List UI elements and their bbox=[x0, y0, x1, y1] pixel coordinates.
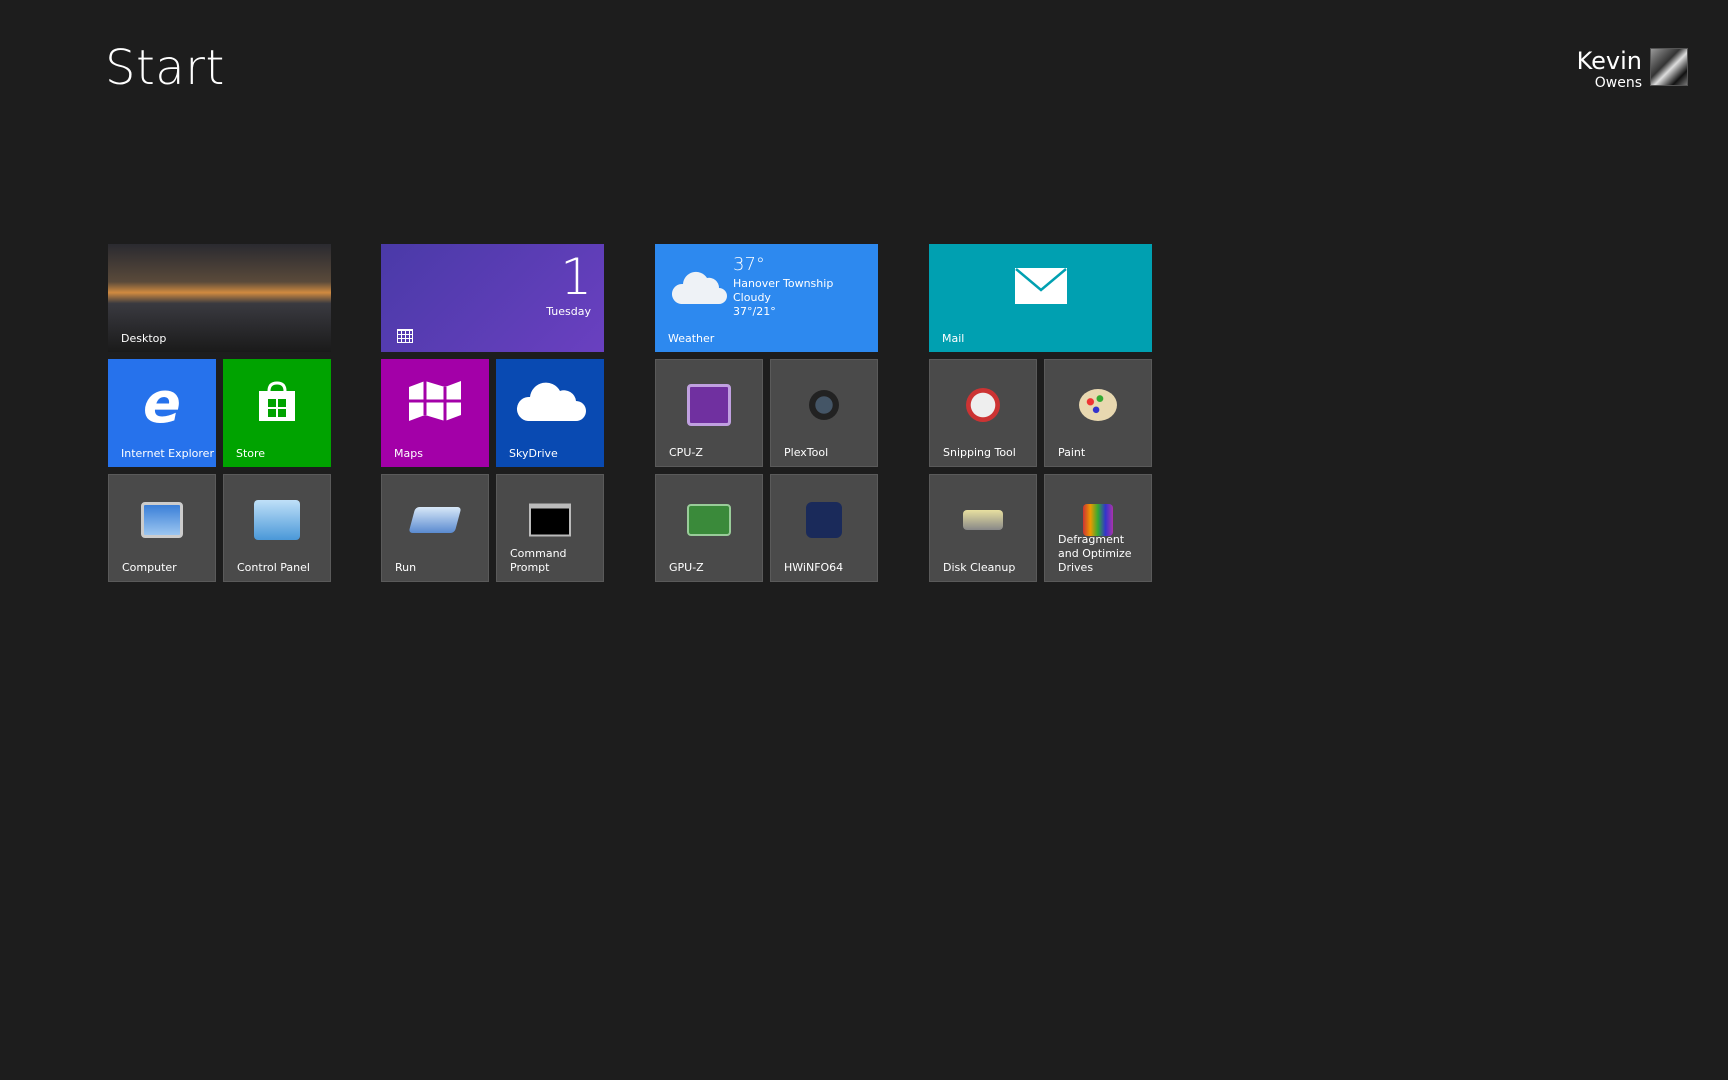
user-first-name: Kevin bbox=[1576, 47, 1642, 75]
tile-run[interactable]: Run bbox=[381, 474, 489, 582]
envelope-icon bbox=[1015, 268, 1067, 308]
tile-internet-explorer[interactable]: e Internet Explorer bbox=[108, 359, 216, 467]
run-icon bbox=[408, 506, 462, 533]
weather-location: Hanover Township bbox=[733, 277, 834, 290]
tile-label: Command Prompt bbox=[510, 547, 567, 574]
tile-label: HWiNFO64 bbox=[784, 561, 844, 574]
tile-snipping-tool[interactable]: Snipping Tool bbox=[929, 359, 1037, 467]
tile-label: Internet Explorer bbox=[121, 447, 214, 460]
tile-label: Store bbox=[236, 447, 266, 460]
tile-paint[interactable]: Paint bbox=[1044, 359, 1152, 467]
internet-explorer-icon: e bbox=[143, 371, 181, 437]
tile-label: Computer bbox=[122, 561, 177, 574]
control-panel-icon bbox=[254, 499, 300, 540]
tile-label: Control Panel bbox=[237, 561, 310, 574]
tile-gpu-z[interactable]: GPU-Z bbox=[655, 474, 763, 582]
tile-label: Defragment and Optimize Drives bbox=[1058, 533, 1132, 574]
calendar-icon bbox=[397, 329, 413, 343]
tile-store[interactable]: Store bbox=[223, 359, 331, 467]
calendar-weekday: Tuesday bbox=[546, 305, 591, 318]
tile-skydrive[interactable]: SkyDrive bbox=[496, 359, 604, 467]
tile-maps[interactable]: Maps bbox=[381, 359, 489, 467]
computer-icon bbox=[141, 501, 183, 538]
maps-icon bbox=[407, 379, 463, 429]
hwinfo-icon bbox=[806, 501, 842, 538]
tile-label: PlexTool bbox=[784, 446, 829, 459]
weather-range: 37°/21° bbox=[733, 305, 776, 318]
command-prompt-icon bbox=[529, 503, 571, 537]
tile-desktop[interactable]: Desktop bbox=[108, 244, 331, 352]
tile-label: Desktop bbox=[121, 332, 167, 345]
tile-plextool[interactable]: PlexTool bbox=[770, 359, 878, 467]
disk-cleanup-icon bbox=[963, 509, 1003, 530]
tile-defragment[interactable]: Defragment and Optimize Drives bbox=[1044, 474, 1152, 582]
cloud-icon bbox=[514, 379, 586, 429]
tile-label: SkyDrive bbox=[509, 447, 558, 460]
cloud-icon bbox=[671, 266, 727, 310]
tile-label: CPU-Z bbox=[669, 446, 703, 459]
tile-label: Run bbox=[395, 561, 417, 574]
tile-disk-cleanup[interactable]: Disk Cleanup bbox=[929, 474, 1037, 582]
avatar bbox=[1650, 48, 1688, 86]
tile-label: Mail bbox=[942, 332, 965, 345]
tile-label: Paint bbox=[1058, 446, 1086, 459]
tile-label: Maps bbox=[394, 447, 423, 460]
cpu-z-icon bbox=[687, 383, 731, 426]
tile-label: Snipping Tool bbox=[943, 446, 1016, 459]
weather-condition: Cloudy bbox=[733, 291, 771, 304]
gpu-z-icon bbox=[687, 503, 731, 536]
paint-palette-icon bbox=[1079, 388, 1117, 421]
defrag-icon bbox=[1083, 503, 1113, 536]
tile-weather[interactable]: 37° Hanover Township Cloudy 37°/21° Weat… bbox=[655, 244, 878, 352]
user-last-name: Owens bbox=[1594, 75, 1642, 91]
tile-label: Disk Cleanup bbox=[943, 561, 1016, 574]
tile-cpu-z[interactable]: CPU-Z bbox=[655, 359, 763, 467]
tile-mail[interactable]: Mail bbox=[929, 244, 1152, 352]
calendar-day: 1 bbox=[560, 248, 592, 306]
tile-computer[interactable]: Computer bbox=[108, 474, 216, 582]
store-bag-icon bbox=[253, 377, 301, 431]
weather-temp: 37° bbox=[733, 254, 765, 275]
tile-hwinfo64[interactable]: HWiNFO64 bbox=[770, 474, 878, 582]
tile-control-panel[interactable]: Control Panel bbox=[223, 474, 331, 582]
tile-command-prompt[interactable]: Command Prompt bbox=[496, 474, 604, 582]
tile-label: Weather bbox=[668, 332, 715, 345]
user-account[interactable]: Kevin Owens bbox=[1577, 48, 1688, 92]
snipping-tool-icon bbox=[966, 387, 1000, 422]
plextool-icon bbox=[809, 389, 839, 420]
page-title: Start bbox=[105, 40, 225, 96]
tile-label: GPU-Z bbox=[669, 561, 704, 574]
tile-calendar[interactable]: 1 Tuesday bbox=[381, 244, 604, 352]
